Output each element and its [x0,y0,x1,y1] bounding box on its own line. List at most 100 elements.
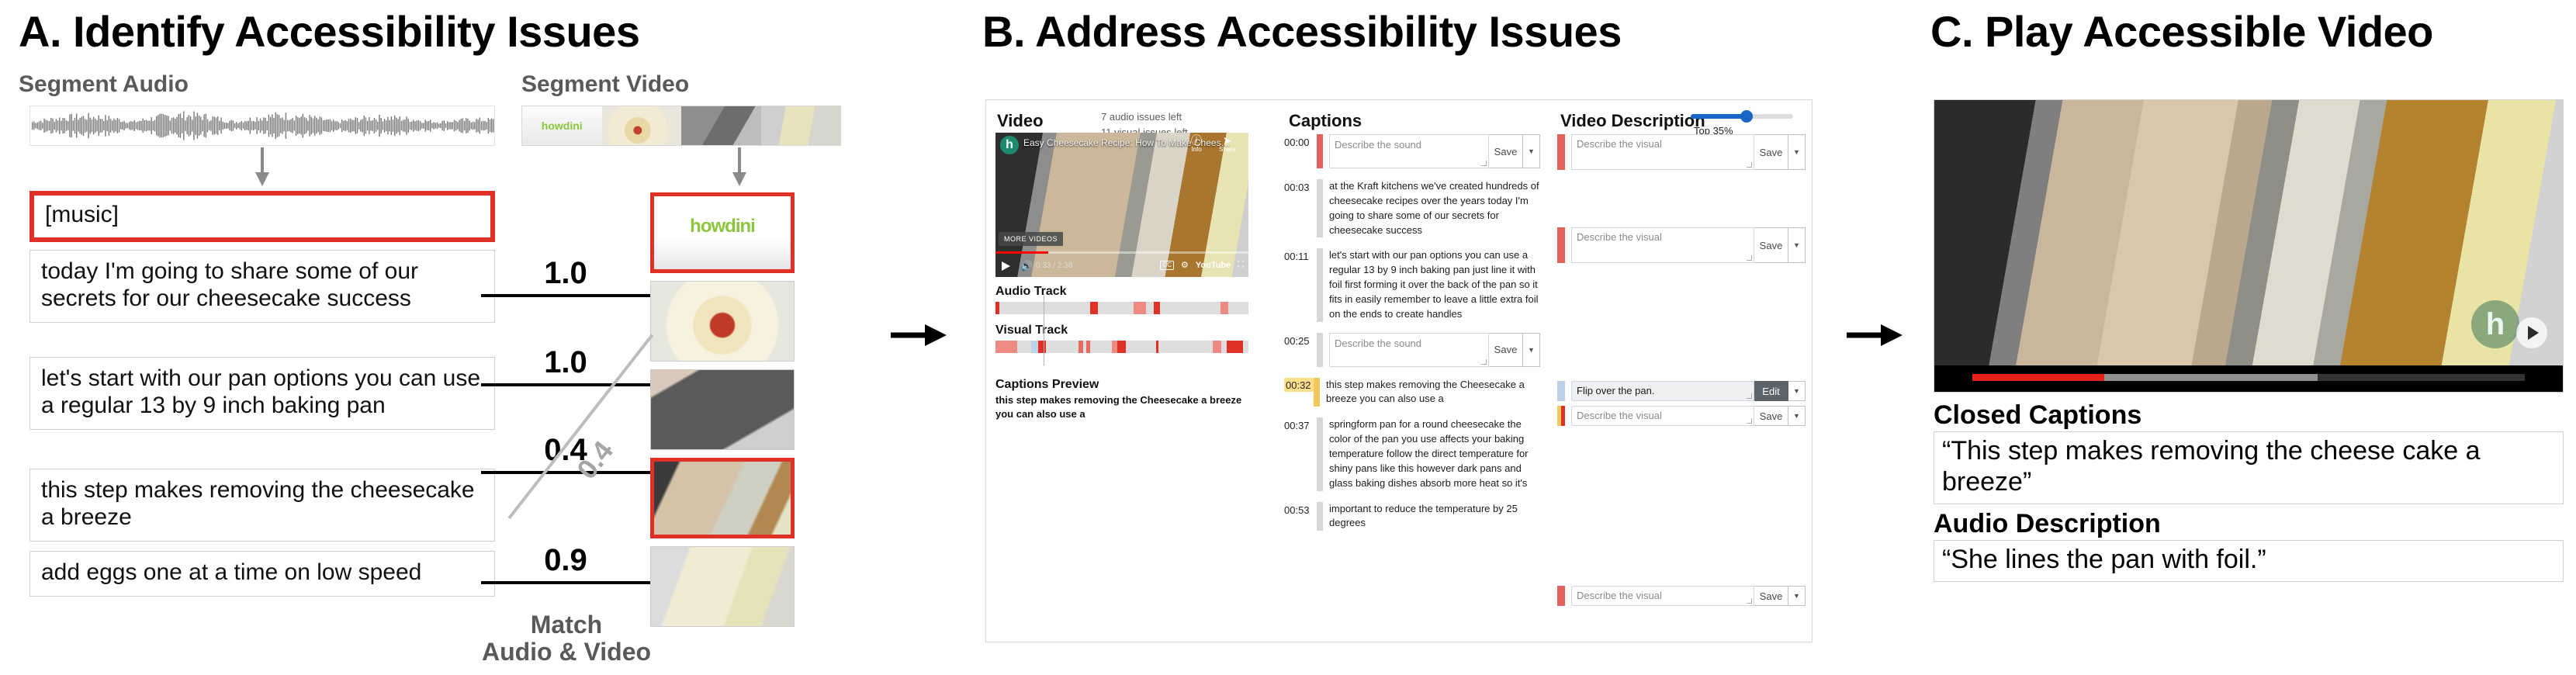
caption-row[interactable]: 00:37 springform pan for a round cheeseca… [1284,417,1540,491]
caption-timestamp: 00:11 [1284,251,1309,263]
fullscreen-icon[interactable]: ⛶ [1238,260,1244,270]
caption-input-group[interactable]: Describe the sound Save ▼ [1329,134,1540,168]
play-icon[interactable] [1002,261,1010,271]
slider-knob[interactable] [1740,110,1753,123]
description-input-group[interactable]: Describe the visual Save ▼ [1571,134,1806,170]
video-frame-flagged-howdini[interactable]: howdini [650,192,795,273]
video-frame-black-pan[interactable] [650,369,795,450]
howdini-watermark-icon: h [2471,300,2519,348]
match-score-value: 0.9 [544,543,587,577]
cc-icon[interactable]: CC [1160,260,1174,270]
more-videos-button[interactable]: MORE VIDEOS [999,232,1064,246]
audio-track-timeline[interactable] [995,302,1248,314]
description-text[interactable]: Flip over the pan. [1571,381,1754,401]
caption-input-group[interactable]: Describe the sound Save ▼ [1329,332,1540,367]
track-segment [1212,341,1221,353]
description-row[interactable]: Describe the visual Save ▼ [1557,134,1806,170]
score-rule [481,471,650,474]
description-input-group[interactable]: Flip over the pan. Edit ▼ [1571,381,1806,401]
describe-visual-input[interactable]: Describe the visual [1571,227,1754,263]
description-row[interactable]: Describe the visual Save ▼ [1557,227,1806,263]
chevron-down-icon[interactable]: ▼ [1788,406,1806,426]
chevron-down-icon[interactable]: ▼ [1788,381,1806,401]
track-segment [1227,302,1248,314]
transcript-segment[interactable]: let's start with our pan options you can… [29,357,495,430]
describe-sound-input[interactable]: Describe the sound [1329,332,1489,367]
caption-severity-bar [1317,501,1323,531]
caption-timestamp: 00:25 [1284,334,1310,347]
describe-visual-input[interactable]: Describe the visual [1571,134,1754,170]
describe-visual-input[interactable]: Describe the visual [1571,586,1754,606]
save-button[interactable]: Save [1754,586,1788,606]
segment-video-label: Segment Video [521,71,690,97]
player-info-button[interactable]: ⓘ Info [1191,135,1202,153]
chevron-down-icon[interactable]: ▼ [1523,134,1540,168]
chevron-down-icon[interactable]: ▼ [1523,332,1540,367]
accessible-video-player[interactable]: h [1934,99,2564,393]
description-input-group[interactable]: Describe the visual Save ▼ [1571,586,1806,606]
transcript-segment[interactable]: add eggs one at a time on low speed [29,551,495,597]
description-row[interactable]: Flip over the pan. Edit ▼ [1557,381,1806,401]
description-density-slider[interactable] [1691,109,1793,123]
chevron-down-icon[interactable]: ▼ [1788,227,1806,263]
play-overlay-button[interactable] [2516,317,2547,348]
caption-row[interactable]: 00:25 Describe the sound Save ▼ [1284,332,1540,367]
video-frame-flagged-foil[interactable] [650,458,795,538]
video-frame-cheesecake-slice[interactable] [650,281,795,362]
save-button[interactable]: Save [1489,134,1523,168]
panel-a-title: A. Identify Accessibility Issues [19,7,640,56]
describe-visual-input[interactable]: Describe the visual [1571,406,1754,426]
video-player[interactable]: h Easy Cheesecake Recipe: How To Make Ch… [995,133,1248,277]
caption-severity-bar [1317,179,1323,238]
caption-row[interactable]: 00:03 at the Kraft kitchens we've created… [1284,179,1540,238]
caption-timestamp: 00:00 [1284,137,1310,148]
score-rule [481,294,650,297]
description-severity-bar [1557,134,1565,170]
chevron-down-icon[interactable]: ▼ [1788,134,1806,170]
description-input-group[interactable]: Describe the visual Save ▼ [1571,406,1806,426]
save-button[interactable]: Save [1754,406,1788,426]
describe-sound-input[interactable]: Describe the sound [1329,134,1489,168]
save-button[interactable]: Save [1489,332,1523,367]
track-segment [1220,341,1227,353]
share-icon: ➤ [1222,134,1232,147]
caption-row[interactable]: 00:11 let's start with our pan options yo… [1284,248,1540,322]
panel-b-title: B. Address Accessibility Issues [982,7,1622,56]
progress-remaining [2318,374,2526,381]
player-progress-bar[interactable] [995,251,1248,254]
video-frame-image [1934,100,2563,367]
panel-c-title: C. Play Accessible Video [1930,7,2433,56]
captions-column-header: Captions [1289,111,1362,130]
description-input-group[interactable]: Describe the visual Save ▼ [1571,227,1806,263]
caption-row[interactable]: 00:53 important to reduce the temperature… [1284,501,1540,531]
save-button[interactable]: Save [1754,227,1788,263]
track-segment [1090,341,1113,353]
settings-gear-icon[interactable]: ⚙ [1181,260,1189,270]
player-share-button[interactable]: ➤ Share [1219,135,1235,153]
track-segment [1158,341,1213,353]
description-row[interactable]: Describe the visual Save ▼ [1557,586,1806,606]
youtube-label[interactable]: YouTube [1196,261,1231,270]
video-frame-mixing-bowl[interactable] [650,546,795,627]
transcript-segment[interactable]: today I'm going to share some of our sec… [29,250,495,323]
caption-row[interactable]: 00:32 this step makes removing the Cheese… [1284,377,1540,407]
chevron-down-icon[interactable]: ▼ [1788,586,1806,606]
score-rule [481,383,650,386]
video-description-column-header: Video Description [1560,111,1705,130]
description-row[interactable]: Describe the visual Save ▼ [1557,406,1806,426]
transcript-segment[interactable]: this step makes removing the cheesecake … [29,469,495,542]
caption-row[interactable]: 00:00 Describe the sound Save ▼ [1284,134,1540,168]
caption-severity-bar [1317,248,1323,322]
transcript-segment-flagged[interactable]: [music] [29,191,495,242]
volume-icon[interactable]: 🔊 [1020,261,1033,271]
visual-track-timeline[interactable] [995,341,1248,353]
track-segment [1242,341,1248,353]
transcript-text: today I'm going to share some of our sec… [41,258,418,311]
player-progress-bar[interactable] [1934,365,2563,392]
match-score-3: 0.4 [481,433,650,474]
save-button[interactable]: Save [1754,134,1788,170]
edit-button[interactable]: Edit [1754,381,1788,401]
caption-severity-bar [1314,377,1320,407]
closed-captions-heading: Closed Captions [1934,400,2142,430]
closed-captions-box: “This step makes removing the cheese cak… [1934,431,2564,505]
